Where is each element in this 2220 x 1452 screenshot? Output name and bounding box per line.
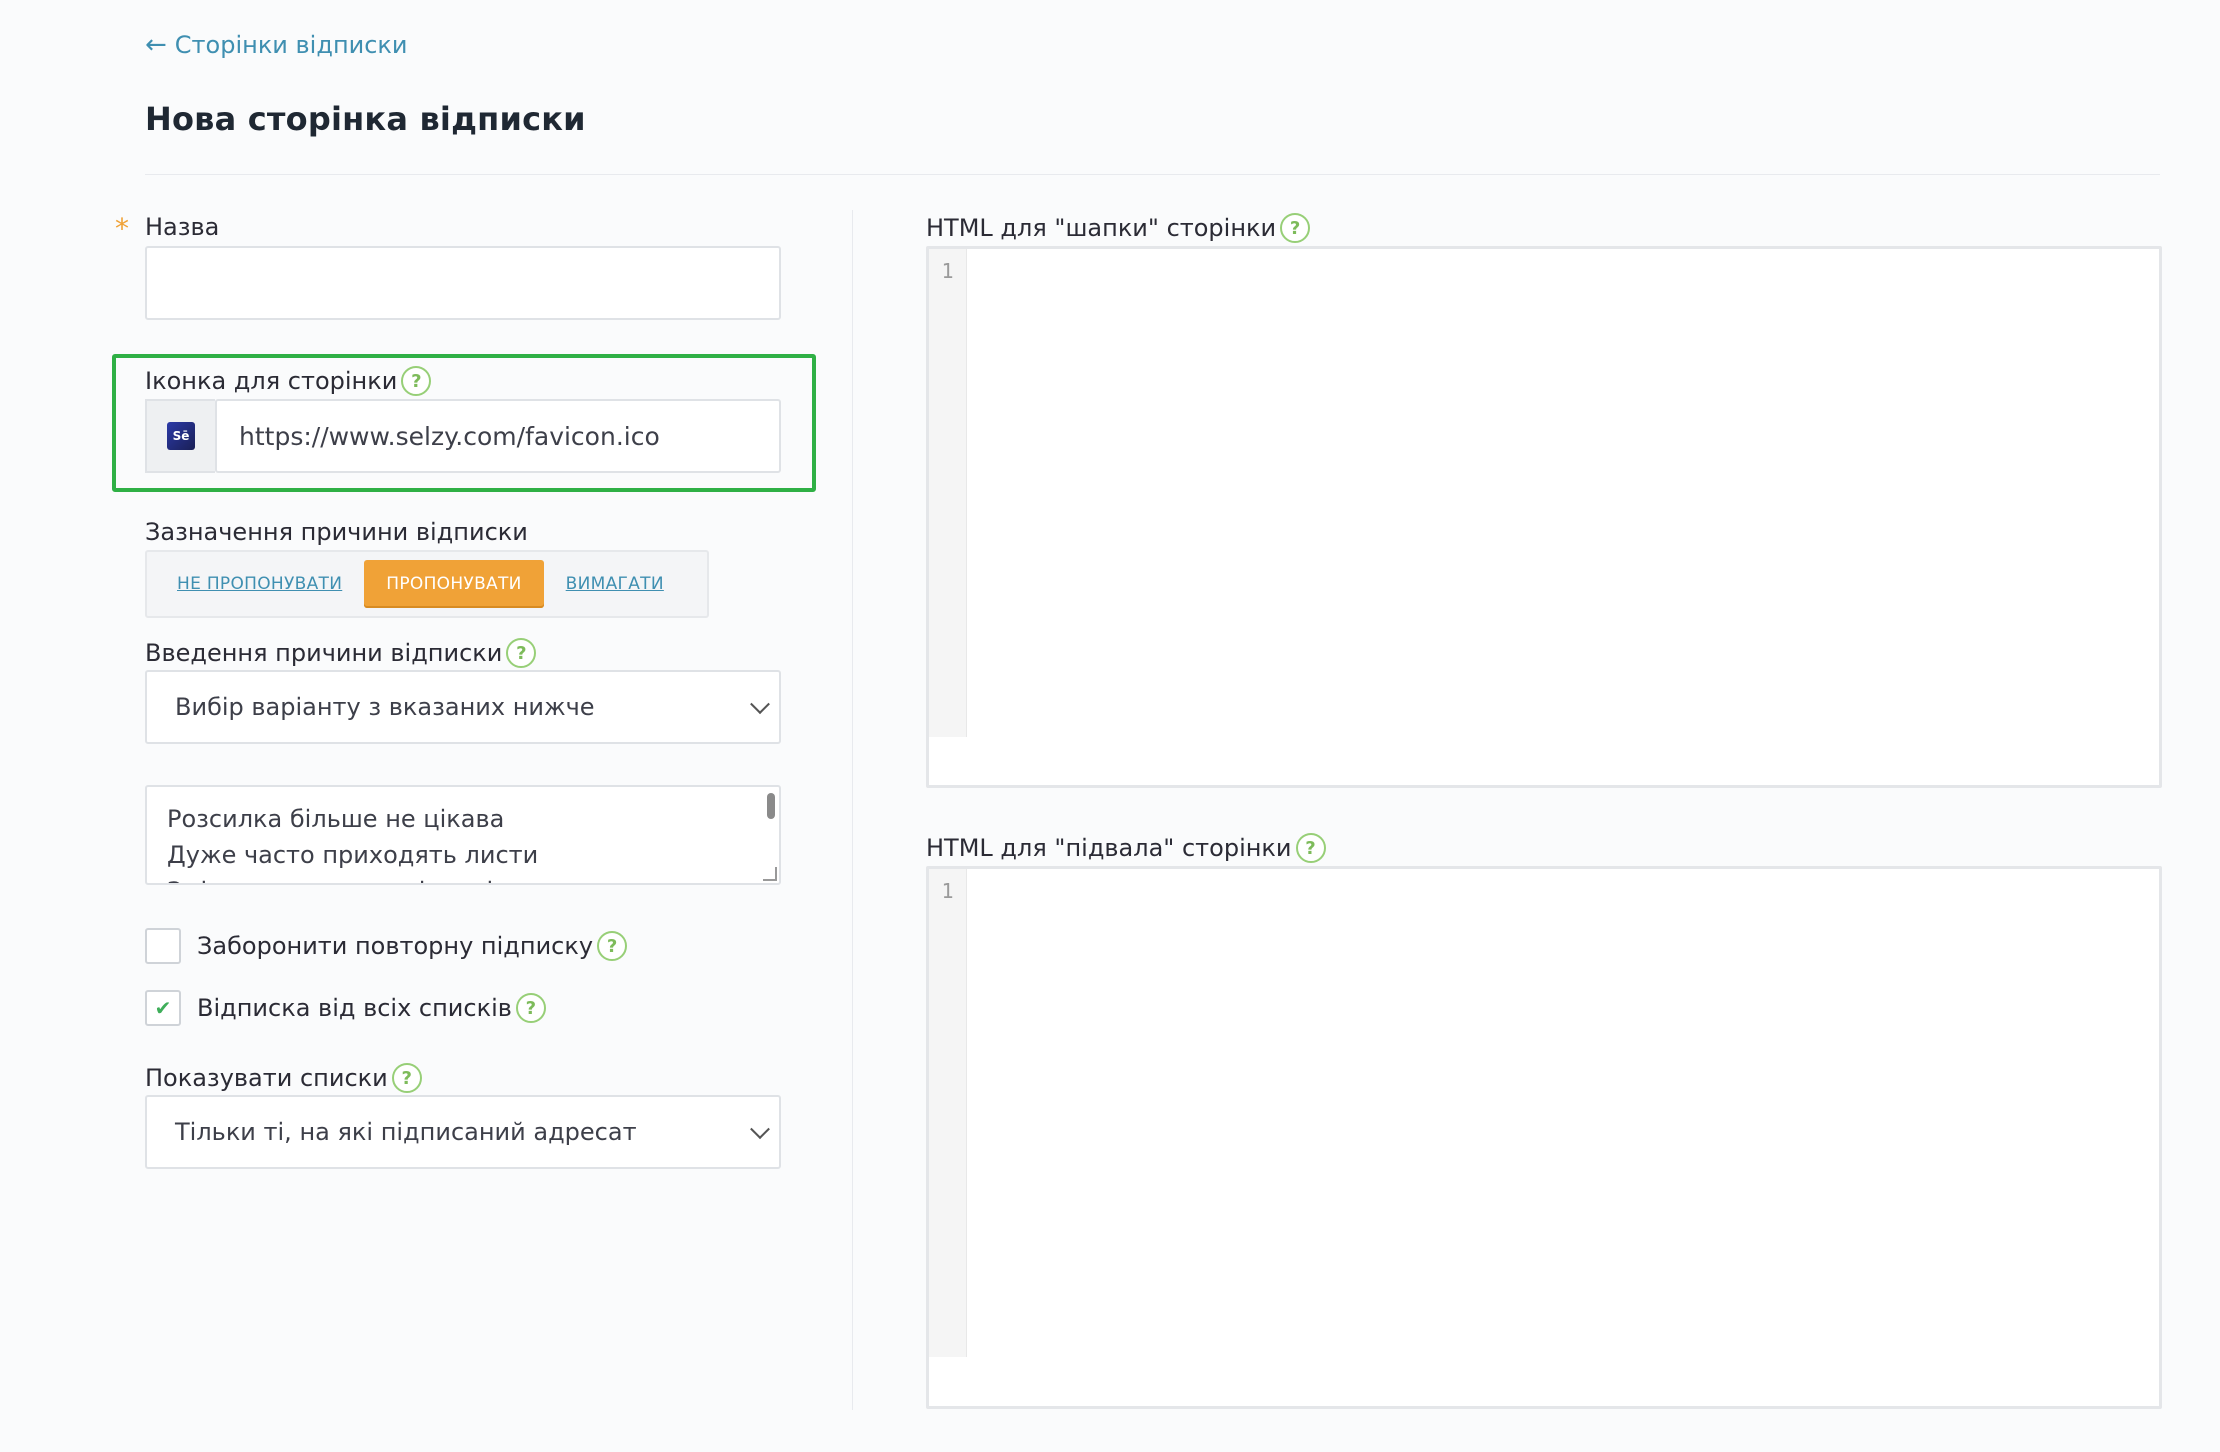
- footer-html-help-icon[interactable]: ?: [1295, 833, 1326, 863]
- back-arrow-icon: ←: [145, 30, 167, 60]
- forbid-resubscribe-help-icon[interactable]: ?: [597, 931, 628, 961]
- line-number: 1: [941, 879, 954, 903]
- footer-html-label: HTML для "підвала" сторінки ?: [926, 833, 1326, 863]
- back-link-label: Сторінки відписки: [174, 31, 408, 59]
- forbid-resubscribe-label: Заборонити повторну підписку: [197, 932, 594, 960]
- show-lists-select[interactable]: Тільки ті, на які підписаний адресат: [145, 1095, 781, 1169]
- footer-html-label-text: HTML для "підвала" сторінки: [926, 834, 1292, 862]
- reason-option-none[interactable]: НЕ ПРОПОНУВАТИ: [155, 560, 364, 608]
- header-html-help-icon[interactable]: ?: [1280, 213, 1311, 243]
- resize-handle-icon[interactable]: [763, 867, 777, 881]
- reason-input-select[interactable]: Вибір варіанту з вказаних нижче: [145, 670, 781, 744]
- unsubscribe-all-checkbox[interactable]: ✔: [145, 990, 181, 1026]
- icon-url-value: https://www.selzy.com/favicon.ico: [239, 421, 660, 451]
- line-number: 1: [941, 259, 954, 283]
- reason-option-require[interactable]: ВИМАГАТИ: [544, 560, 686, 608]
- favicon-preview: Sē: [145, 399, 215, 473]
- reason-option-offer[interactable]: ПРОПОНУВАТИ: [364, 560, 544, 608]
- header-divider: [145, 174, 2160, 175]
- header-editor-gutter: 1: [929, 249, 967, 737]
- show-lists-label: Показувати списки ?: [145, 1063, 422, 1093]
- column-divider: [852, 210, 853, 1410]
- reason-line: Зміст розсилки не відповідає: [167, 873, 759, 883]
- unsubscribe-all-row: ✔ Відписка від всіх списків ?: [145, 990, 546, 1026]
- show-lists-help-icon[interactable]: ?: [391, 1063, 422, 1093]
- icon-url-input[interactable]: https://www.selzy.com/favicon.ico: [215, 399, 781, 473]
- footer-editor-gutter: 1: [929, 869, 967, 1357]
- reasons-textarea[interactable]: Розсилка більше не цікава Дуже часто при…: [145, 785, 781, 885]
- icon-help-icon[interactable]: ?: [401, 366, 432, 396]
- name-input[interactable]: [145, 246, 781, 320]
- chevron-down-icon: [750, 1119, 770, 1140]
- reason-input-value: Вибір варіанту з вказаних нижче: [175, 693, 595, 721]
- header-html-editor[interactable]: 1: [926, 246, 2162, 788]
- check-icon: ✔: [154, 996, 172, 1020]
- name-label-text: Назва: [145, 213, 220, 241]
- show-lists-label-text: Показувати списки: [145, 1064, 388, 1092]
- name-label: Назва: [145, 213, 219, 241]
- reason-label-text: Зазначення причини відписки: [145, 518, 528, 546]
- page-title: Нова сторінка відписки: [145, 100, 586, 138]
- reason-label: Зазначення причини відписки: [145, 518, 528, 546]
- unsubscribe-all-help-icon[interactable]: ?: [515, 993, 546, 1023]
- required-star-icon: *: [115, 212, 129, 245]
- show-lists-value: Тільки ті, на які підписаний адресат: [175, 1118, 637, 1146]
- header-html-label: HTML для "шапки" сторінки ?: [926, 213, 1311, 243]
- selzy-favicon-icon: Sē: [167, 422, 195, 450]
- back-link[interactable]: ← Сторінки відписки: [145, 30, 408, 60]
- icon-label: Іконка для сторінки ?: [145, 366, 432, 396]
- textarea-scrollbar[interactable]: [767, 793, 775, 819]
- chevron-down-icon: [750, 694, 770, 715]
- reason-line: Дуже часто приходять листи: [167, 841, 539, 869]
- header-html-label-text: HTML для "шапки" сторінки: [926, 214, 1277, 242]
- reason-input-help-icon[interactable]: ?: [506, 638, 537, 668]
- icon-label-text: Іконка для сторінки: [145, 367, 398, 395]
- reason-line: Розсилка більше не цікава: [167, 805, 505, 833]
- footer-html-editor[interactable]: 1: [926, 866, 2162, 1409]
- forbid-resubscribe-checkbox[interactable]: [145, 928, 181, 964]
- reason-segmented-control: НЕ ПРОПОНУВАТИ ПРОПОНУВАТИ ВИМАГАТИ: [145, 550, 709, 618]
- forbid-resubscribe-row: Заборонити повторну підписку ?: [145, 928, 628, 964]
- reason-input-label: Введення причини відписки ?: [145, 638, 537, 668]
- reason-input-label-text: Введення причини відписки: [145, 639, 503, 667]
- unsubscribe-all-label: Відписка від всіх списків: [197, 994, 512, 1022]
